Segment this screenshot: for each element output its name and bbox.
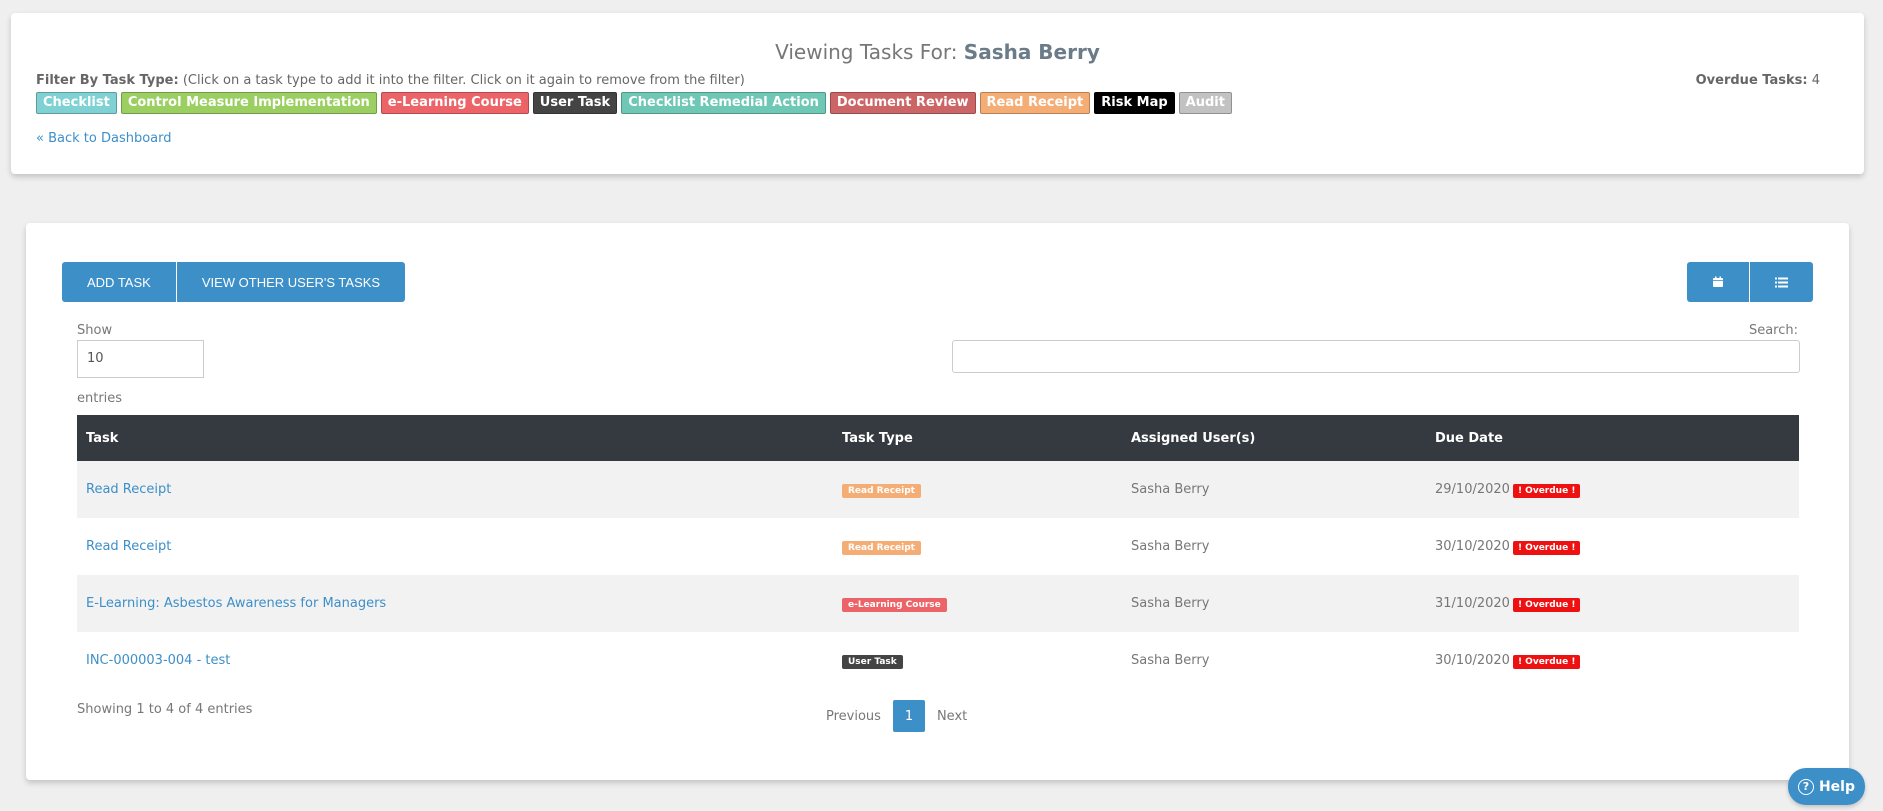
table-row: Read Receipt Read Receipt Sasha Berry 30…: [77, 518, 1799, 575]
due-date: 30/10/2020: [1435, 652, 1510, 668]
page-title: Viewing Tasks For: Sasha Berry: [11, 40, 1864, 64]
column-header-assigned-users[interactable]: Assigned User(s): [1122, 415, 1426, 461]
due-date: 29/10/2020: [1435, 481, 1510, 497]
filter-chip-risk-map[interactable]: Risk Map: [1094, 92, 1175, 114]
filter-label: Filter By Task Type:: [36, 73, 179, 88]
task-link[interactable]: Read Receipt: [86, 539, 171, 554]
assigned-user-cell: Sasha Berry: [1122, 461, 1426, 518]
help-label: Help: [1818, 778, 1856, 795]
task-type-badge: User Task: [842, 654, 903, 669]
help-button[interactable]: ? Help: [1788, 768, 1865, 805]
filter-chip-checklist-remedial-action[interactable]: Checklist Remedial Action: [621, 92, 826, 114]
due-date-cell: 31/10/2020! Overdue !: [1426, 575, 1799, 632]
filter-chip-checklist[interactable]: Checklist: [36, 92, 117, 114]
due-date-cell: 30/10/2020! Overdue !: [1426, 518, 1799, 575]
task-type-badge: e-Learning Course: [842, 597, 947, 612]
filter-chip-document-review[interactable]: Document Review: [829, 92, 976, 114]
list-icon: [1775, 277, 1788, 287]
assigned-user-cell: Sasha Berry: [1122, 518, 1426, 575]
overdue-badge: ! Overdue !: [1512, 597, 1581, 612]
overdue-badge: ! Overdue !: [1512, 483, 1581, 498]
task-actions: ADD TASK VIEW OTHER USER'S TASKS: [62, 262, 406, 302]
task-type-cell: User Task: [833, 632, 1122, 689]
calendar-icon: [1713, 276, 1723, 287]
due-date: 31/10/2020: [1435, 595, 1510, 611]
filter-chip-audit[interactable]: Audit: [1178, 92, 1232, 114]
task-cell: Read Receipt: [77, 461, 833, 518]
filter-chip-read-receipt[interactable]: Read Receipt: [979, 92, 1091, 114]
overdue-count: 4: [1811, 73, 1820, 88]
task-type-badge: Read Receipt: [842, 540, 921, 555]
overdue-badge: ! Overdue !: [1512, 654, 1581, 669]
overdue-summary: Overdue Tasks: 4: [1696, 73, 1820, 88]
table-row: E-Learning: Asbestos Awareness for Manag…: [77, 575, 1799, 632]
filter-chip-control-measure-implementation[interactable]: Control Measure Implementation: [120, 92, 377, 114]
view-other-users-tasks-button[interactable]: VIEW OTHER USER'S TASKS: [176, 262, 406, 302]
due-date-cell: 29/10/2020! Overdue !: [1426, 461, 1799, 518]
entries-label: entries: [77, 391, 123, 406]
filter-instructions: Filter By Task Type: (Click on a task ty…: [36, 73, 745, 88]
back-to-dashboard-link[interactable]: « Back to Dashboard: [36, 131, 172, 146]
show-entries-label: Show: [77, 323, 113, 338]
task-type-cell: Read Receipt: [833, 461, 1122, 518]
task-type-filters: Checklist Control Measure Implementation…: [36, 92, 1232, 114]
filter-chip-user-task[interactable]: User Task: [532, 92, 618, 114]
task-cell: E-Learning: Asbestos Awareness for Manag…: [77, 575, 833, 632]
tasks-panel: ADD TASK VIEW OTHER USER'S TASKS Show 10: [26, 223, 1849, 780]
previous-page-button[interactable]: Previous: [814, 709, 893, 724]
view-toggle: [1687, 262, 1813, 302]
filter-chip-e-learning-course[interactable]: e-Learning Course: [380, 92, 529, 114]
task-type-cell: e-Learning Course: [833, 575, 1122, 632]
task-filter-panel: Viewing Tasks For: Sasha Berry Filter By…: [11, 13, 1864, 174]
add-task-button[interactable]: ADD TASK: [62, 262, 177, 302]
assigned-user-cell: Sasha Berry: [1122, 632, 1426, 689]
page-button-current[interactable]: 1: [892, 700, 925, 732]
calendar-view-button[interactable]: [1687, 262, 1750, 302]
question-icon: ?: [1797, 778, 1814, 795]
column-header-task[interactable]: Task: [77, 415, 833, 461]
viewing-user: Sasha Berry: [963, 40, 1100, 64]
search-input[interactable]: [952, 340, 1800, 373]
task-type-cell: Read Receipt: [833, 518, 1122, 575]
table-header-row: Task Task Type Assigned User(s) Due Date: [77, 415, 1799, 461]
due-date: 30/10/2020: [1435, 538, 1510, 554]
task-link[interactable]: Read Receipt: [86, 482, 171, 497]
tasks-table: Task Task Type Assigned User(s) Due Date…: [77, 415, 1799, 689]
list-view-button[interactable]: [1750, 262, 1813, 302]
task-link[interactable]: INC-000003-004 - test: [86, 653, 230, 668]
due-date-cell: 30/10/2020! Overdue !: [1426, 632, 1799, 689]
showing-entries-info: Showing 1 to 4 of 4 entries: [77, 702, 253, 717]
task-type-badge: Read Receipt: [842, 483, 921, 498]
next-page-button[interactable]: Next: [925, 709, 979, 724]
overdue-badge: ! Overdue !: [1512, 540, 1581, 555]
table-row: Read Receipt Read Receipt Sasha Berry 29…: [77, 461, 1799, 518]
entries-per-page-select[interactable]: 10: [77, 340, 204, 378]
search-label: Search:: [1748, 323, 1798, 338]
overdue-label: Overdue Tasks:: [1695, 73, 1808, 88]
task-link[interactable]: E-Learning: Asbestos Awareness for Manag…: [86, 596, 386, 611]
assigned-user-cell: Sasha Berry: [1122, 575, 1426, 632]
pagination: Previous 1 Next: [814, 700, 979, 732]
viewing-prefix: Viewing Tasks For:: [775, 40, 958, 64]
column-header-due-date[interactable]: Due Date: [1426, 415, 1799, 461]
task-cell: INC-000003-004 - test: [77, 632, 833, 689]
filter-hint: (Click on a task type to add it into the…: [182, 73, 745, 88]
column-header-task-type[interactable]: Task Type: [833, 415, 1122, 461]
task-cell: Read Receipt: [77, 518, 833, 575]
table-row: INC-000003-004 - test User Task Sasha Be…: [77, 632, 1799, 689]
